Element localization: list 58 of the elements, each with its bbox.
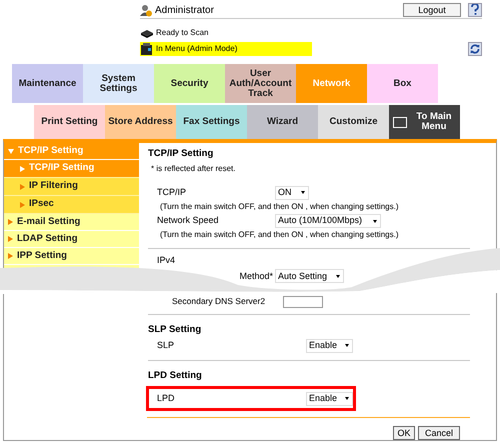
menu-tab[interactable]: Wizard (247, 105, 318, 139)
dropdown[interactable]: Enable (306, 338, 354, 353)
menu-tab[interactable]: User Auth/Account Track (225, 64, 296, 103)
section-title: SLP Setting (148, 323, 202, 338)
hint-text: (Turn the main switch OFF, and then ON , when changing settings.) (160, 229, 400, 242)
dropdown[interactable]: ON (275, 186, 309, 200)
menu-tab[interactable]: Maintenance (12, 64, 83, 103)
menu-tab[interactable]: Box (367, 64, 438, 103)
expand-arrow-icon (8, 236, 13, 242)
caret-icon (301, 191, 305, 194)
status-text: Ready to Scan (156, 27, 208, 39)
field-label: Network Speed (157, 214, 220, 228)
expand-arrow-icon (20, 166, 25, 172)
menu-tab[interactable]: Customize (318, 105, 389, 139)
field-label: SLP (157, 339, 176, 352)
menu-tab[interactable]: Store Address (105, 105, 176, 139)
menu-tab[interactable]: Fax Settings (176, 105, 247, 139)
refresh-icon[interactable] (468, 42, 482, 56)
ok-button[interactable]: OK (393, 426, 415, 440)
menu-tab[interactable]: System Settings (83, 64, 154, 103)
user-icon (140, 4, 152, 16)
note-text: * is reflected after reset. (151, 163, 236, 176)
dropdown[interactable]: Auto Setting (275, 269, 344, 284)
field-label: LPD (157, 392, 176, 405)
menu-tab[interactable]: Security (154, 64, 225, 103)
caret-icon (336, 274, 340, 278)
user-name: Administrator (155, 4, 214, 18)
section-title: TCP/IP Setting (148, 147, 214, 161)
field-label: Method* (238, 270, 274, 283)
sidebar-item[interactable]: IPP Setting (4, 248, 139, 265)
dropdown[interactable]: Enable (306, 392, 353, 406)
hint-text: (Turn the main switch OFF, and then ON , when changing settings.) (160, 200, 400, 213)
status-text: In Menu (Admin Mode) (156, 43, 238, 55)
caret-icon (345, 344, 350, 348)
dropdown[interactable]: Auto (10M/100Mbps) (275, 214, 381, 228)
expand-arrow-icon (8, 253, 13, 259)
main-menu-button[interactable]: To Main Menu (389, 105, 460, 139)
sidebar-item[interactable]: IP Filtering (4, 178, 139, 196)
cancel-button[interactable]: Cancel (418, 426, 460, 440)
expand-arrow-icon (8, 219, 13, 225)
subsection-title: IPv4 (157, 254, 176, 268)
menu-tab[interactable]: Print Setting (34, 105, 105, 139)
sidebar-item[interactable]: E-mail Setting (4, 214, 139, 231)
section-title: LPD Setting (148, 369, 203, 384)
sidebar-item[interactable]: IPsec (4, 196, 139, 214)
logout-button[interactable]: Logout (403, 2, 461, 16)
printer-icon (140, 42, 154, 56)
caret-icon (373, 220, 377, 223)
sidebar-item[interactable]: LDAP Setting (4, 231, 139, 248)
screen-icon (393, 116, 407, 128)
field-label: Secondary DNS Server2 (172, 295, 266, 308)
caret-icon (345, 397, 350, 400)
help-icon[interactable] (468, 2, 482, 16)
expand-arrow-icon (20, 184, 25, 190)
collapse-arrow-icon (8, 148, 14, 154)
expand-arrow-icon (20, 202, 25, 208)
input-field[interactable] (283, 296, 323, 308)
field-label: TCP/IP (157, 186, 188, 199)
